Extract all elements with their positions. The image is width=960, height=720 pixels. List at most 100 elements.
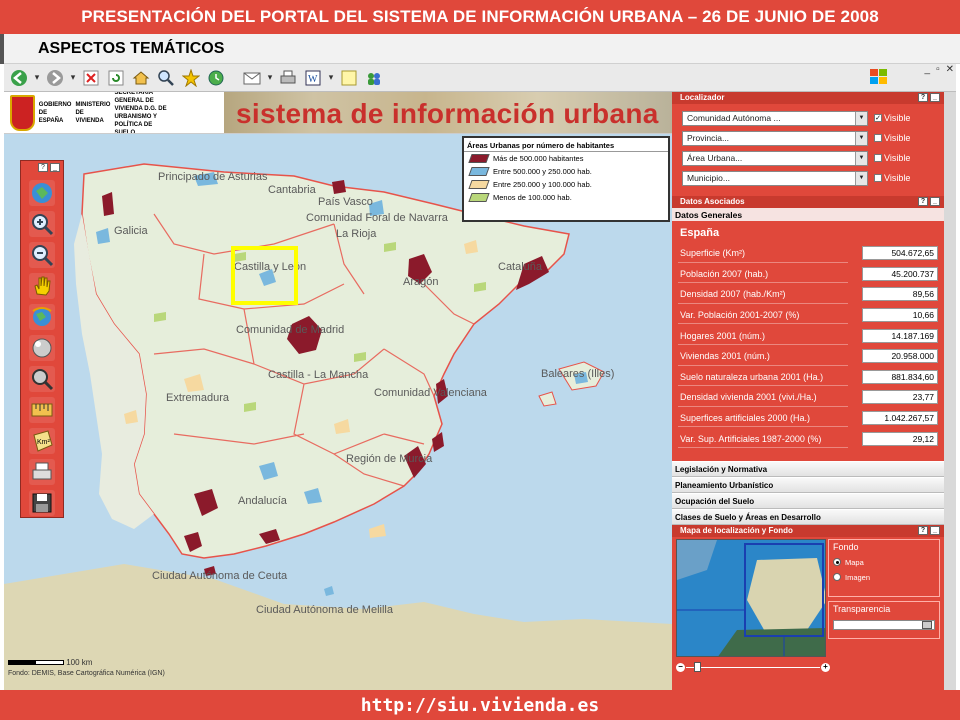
- label-pais-vasco: País Vasco: [318, 196, 373, 208]
- zoom-handle[interactable]: [694, 661, 701, 672]
- history-icon[interactable]: [205, 67, 227, 89]
- zoom-in-icon[interactable]: [29, 211, 55, 237]
- area-urbana-select[interactable]: Área Urbana... ▼: [682, 150, 868, 166]
- mail-dropdown-icon[interactable]: ▾: [266, 72, 274, 83]
- minimap-title: Mapa de localización y Fondo: [680, 525, 793, 535]
- overview-map[interactable]: [676, 538, 826, 657]
- svg-text:W: W: [308, 74, 318, 85]
- selection-highlight: [231, 246, 298, 305]
- accordion-legislacion[interactable]: Legislación y Normativa: [672, 460, 944, 477]
- transparency-slider[interactable]: [833, 619, 935, 630]
- checkbox-box: ✓: [874, 114, 882, 122]
- urban-coruna: [102, 192, 114, 216]
- favorites-icon[interactable]: [180, 67, 202, 89]
- label-aragon: Aragón: [403, 276, 439, 288]
- region-name: España: [680, 227, 720, 239]
- full-extent-icon[interactable]: [29, 180, 55, 206]
- save-icon[interactable]: [29, 490, 55, 516]
- mail-icon[interactable]: [241, 67, 263, 89]
- visible-checkbox[interactable]: Visible: [874, 173, 910, 183]
- minimize-icon[interactable]: _: [925, 64, 931, 78]
- localizador-row: Comunidad Autónoma ... ▼ ✓ Visible: [672, 108, 944, 128]
- label-rioja: La Rioja: [336, 228, 377, 240]
- zoom-out-icon[interactable]: [29, 242, 55, 268]
- tab-datos-generales[interactable]: Datos Generales: [672, 208, 944, 221]
- info-globe-icon[interactable]: [29, 335, 55, 361]
- label-castilla-mancha: Castilla - La Mancha: [268, 369, 369, 381]
- notes-icon[interactable]: [338, 67, 360, 89]
- minimize-icon[interactable]: _: [50, 163, 60, 172]
- localizador-row: Provincia... ▼ Visible: [672, 128, 944, 148]
- minimize-icon[interactable]: _: [930, 197, 940, 206]
- provincia-select[interactable]: Provincia... ▼: [682, 130, 868, 146]
- svg-text:Km²: Km²: [37, 439, 51, 446]
- label-galicia: Galicia: [114, 225, 148, 237]
- map-legend: Áreas Urbanas por número de habitantes M…: [462, 136, 670, 222]
- pan-hand-icon[interactable]: [29, 273, 55, 299]
- stop-icon[interactable]: [80, 67, 102, 89]
- slider-handle[interactable]: [922, 620, 932, 629]
- minimize-icon[interactable]: _: [930, 525, 940, 535]
- map-attribution: Fondo: DEMIS, Base Cartográfica Numérica…: [8, 670, 165, 677]
- zoom-in-icon[interactable]: +: [821, 662, 830, 672]
- help-icon[interactable]: ?: [918, 525, 928, 535]
- scale-bar: 100 km: [8, 658, 168, 667]
- radio-circle: [833, 558, 841, 567]
- accordion-ocupacion[interactable]: Ocupación del Suelo: [672, 492, 944, 509]
- minimap-zoom-slider[interactable]: − +: [676, 661, 830, 672]
- help-icon[interactable]: ?: [918, 197, 928, 206]
- checkbox-box: [874, 174, 882, 182]
- stat-row: Superficie (Km²) 504.672,65: [672, 243, 944, 264]
- print-icon[interactable]: [277, 67, 299, 89]
- edit-icon[interactable]: W: [302, 67, 324, 89]
- comunidad-select[interactable]: Comunidad Autónoma ... ▼: [682, 110, 868, 126]
- minimap-section: Fondo Mapa Imagen Transparencia − +: [672, 537, 944, 687]
- label-ceuta: Ciudad Autónoma de Ceuta: [152, 570, 288, 582]
- checkbox-box: [874, 154, 882, 162]
- localizador-header: Localizador ? _: [672, 92, 944, 104]
- visible-checkbox[interactable]: ✓ Visible: [874, 113, 910, 123]
- window-controls: _ ▫ ✕: [925, 64, 955, 78]
- globe-icon[interactable]: [29, 304, 55, 330]
- search-icon[interactable]: [155, 67, 177, 89]
- close-icon[interactable]: ✕: [946, 64, 954, 78]
- radio-mapa[interactable]: Mapa: [833, 558, 935, 567]
- refresh-icon[interactable]: [105, 67, 127, 89]
- legend-item: Más de 500.000 habitantes: [464, 152, 668, 165]
- messenger-icon[interactable]: [363, 67, 385, 89]
- print-icon[interactable]: [29, 459, 55, 485]
- edit-dropdown-icon[interactable]: ▾: [327, 72, 335, 83]
- back-dropdown-icon[interactable]: ▾: [33, 72, 41, 83]
- chevron-down-icon: ▼: [855, 111, 867, 125]
- presentation-title: PRESENTACIÓN DEL PORTAL DEL SISTEMA DE I…: [0, 0, 960, 34]
- forward-dropdown-icon[interactable]: ▾: [69, 72, 77, 83]
- forward-icon[interactable]: [44, 67, 66, 89]
- restore-icon[interactable]: ▫: [936, 64, 940, 78]
- scrollbar[interactable]: [944, 92, 956, 690]
- measure-icon[interactable]: [29, 397, 55, 423]
- urban-cream-5: [369, 524, 386, 538]
- radio-imagen[interactable]: Imagen: [833, 573, 935, 582]
- help-icon[interactable]: ?: [918, 93, 928, 102]
- back-icon[interactable]: [8, 67, 30, 89]
- site-header: GOBIERNO DE ESPAÑA MINISTERIO DE VIVIEND…: [4, 92, 672, 134]
- label-navarra: Comunidad Foral de Navarra: [306, 212, 448, 224]
- search-map-icon[interactable]: [29, 366, 55, 392]
- home-icon[interactable]: [130, 67, 152, 89]
- stat-row: Viviendas 2001 (núm.) 20.958.000: [672, 346, 944, 367]
- visible-checkbox[interactable]: Visible: [874, 133, 910, 143]
- accordion-clases-suelo[interactable]: Clases de Suelo y Áreas en Desarrollo: [672, 508, 944, 525]
- accordion-planeamiento[interactable]: Planeamiento Urbanístico: [672, 476, 944, 493]
- footer-url[interactable]: http://siu.vivienda.es: [0, 690, 960, 720]
- municipio-select[interactable]: Municipio... ▼: [682, 170, 868, 186]
- legend-swatch: [468, 193, 490, 202]
- chevron-down-icon: ▼: [855, 131, 867, 145]
- visible-checkbox[interactable]: Visible: [874, 153, 910, 163]
- help-icon[interactable]: ?: [38, 163, 48, 172]
- ministry-name: MINISTERIO DE VIVIENDA: [75, 102, 111, 124]
- area-km2-icon[interactable]: Km²: [29, 428, 55, 454]
- minimize-icon[interactable]: _: [930, 93, 940, 102]
- legend-item: Entre 250.000 y 100.000 hab.: [464, 178, 668, 191]
- stat-row: Densidad 2007 (hab./Km²) 89,56: [672, 284, 944, 305]
- zoom-out-icon[interactable]: −: [676, 662, 685, 672]
